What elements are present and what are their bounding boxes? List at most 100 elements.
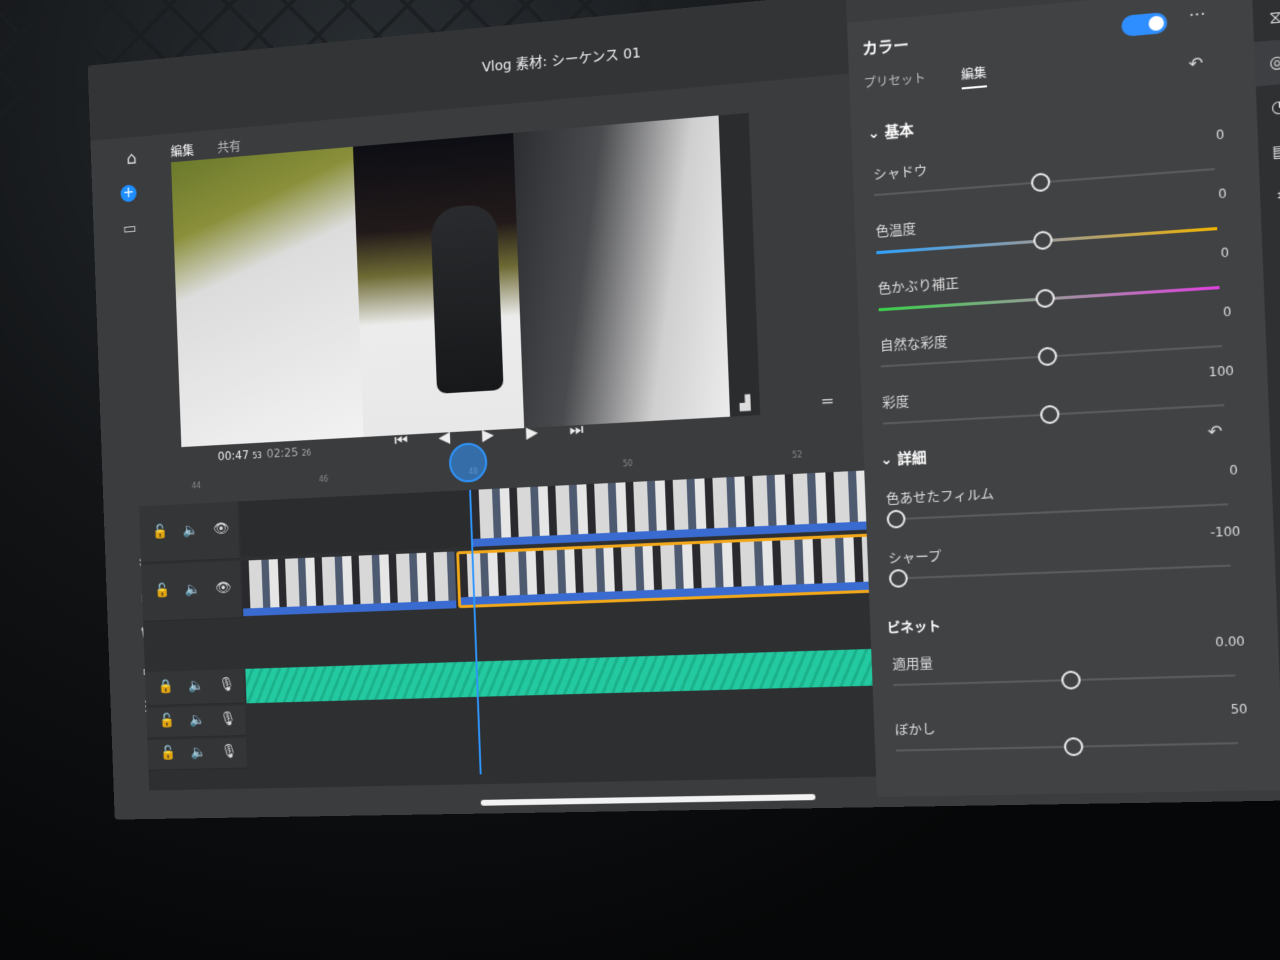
slider-label: 彩度 — [882, 394, 910, 412]
clip-audio-waveform — [243, 600, 457, 617]
clip-audio-waveform — [460, 580, 887, 606]
slider-label: 適用量 — [892, 656, 934, 673]
slider-label: 色温度 — [875, 221, 917, 240]
play-icon[interactable]: ▶ — [478, 425, 498, 446]
slider-track[interactable] — [889, 564, 1231, 580]
home-icon[interactable]: ⌂ — [126, 147, 146, 169]
speaker-icon[interactable]: 🔈 — [190, 745, 207, 761]
eye-icon[interactable]: 👁 — [213, 521, 230, 537]
undo-icon[interactable]: ↶ — [1188, 53, 1203, 74]
app-window: Vlog 素材: シーケンス 01 ⌂ 編集 共有 + ▭ 00:47 53 0… — [87, 0, 1280, 820]
slider-value: 0 — [1222, 304, 1232, 320]
speaker-icon[interactable]: 🔈 — [189, 712, 206, 728]
slider-value: 0.00 — [1215, 633, 1246, 650]
panel-tabs: プリセット 編集 — [863, 63, 988, 98]
lock-icon[interactable]: 🔓 — [159, 713, 176, 729]
lock-icon[interactable]: 🔒 — [158, 679, 175, 695]
speaker-icon[interactable]: 🔈 — [182, 522, 199, 538]
tab-edit-color[interactable]: 編集 — [960, 63, 988, 90]
undo-icon[interactable]: ↶ — [1207, 421, 1223, 442]
more-icon[interactable]: ··· — [1188, 4, 1206, 25]
crop-icon[interactable]: ⌗ — [1259, 172, 1280, 220]
slider-label: シャドウ — [873, 163, 928, 183]
lock-icon[interactable]: 🔓 — [154, 583, 171, 599]
program-monitor — [171, 115, 731, 448]
slider-vignette-amount[interactable]: 適用量 0.00 — [892, 634, 1247, 714]
projected-screen: Vlog 素材: シーケンス 01 ⌂ 編集 共有 + ▭ 00:47 53 0… — [60, 0, 1280, 820]
home-indicator[interactable] — [480, 793, 816, 806]
video-clip[interactable] — [241, 551, 457, 617]
slider-value: 0 — [1229, 462, 1239, 478]
menu-icon[interactable]: = — [820, 391, 834, 411]
add-media-button[interactable]: + — [120, 184, 137, 203]
slider-value: 0 — [1220, 245, 1230, 261]
slider-value: 50 — [1230, 701, 1248, 717]
video-track-1-header: 🔓 🔈 👁 — [141, 560, 242, 622]
chevron-down-icon: ⌄ — [867, 124, 886, 143]
slider-label: ぼかし — [894, 721, 936, 739]
slider-value: 0 — [1215, 127, 1225, 143]
slider-knob[interactable] — [1039, 404, 1060, 425]
slider-vignette-feather[interactable]: ぼかし 50 — [894, 702, 1251, 780]
tab-presets[interactable]: プリセット — [863, 69, 926, 98]
microphone-icon[interactable]: 🎙 — [218, 677, 236, 693]
step-back-icon[interactable]: ◀︎ — [435, 427, 455, 448]
slider-value: 0 — [1218, 186, 1228, 202]
preview-person — [430, 203, 504, 394]
media-bin-icon[interactable]: ▭ — [120, 218, 140, 240]
slider-knob[interactable] — [1035, 288, 1056, 309]
speed-icon[interactable]: ◔ — [1256, 83, 1280, 131]
aspect-ratio-icon[interactable]: ▟ — [739, 395, 750, 412]
vignette-heading: ビネット — [886, 618, 942, 637]
slider-track[interactable] — [886, 503, 1229, 521]
preview-frame-slope — [171, 146, 364, 448]
current-timecode: 00:47 53 — [217, 448, 262, 464]
slider-value: 100 — [1208, 363, 1235, 380]
microphone-icon[interactable]: 🎙 — [221, 744, 238, 760]
step-forward-icon[interactable]: ▶︎ — [522, 422, 542, 443]
section-basic-label: 基本 — [884, 122, 915, 142]
audio-clip[interactable] — [245, 648, 894, 704]
duration-timecode: 02:25 26 — [266, 445, 312, 461]
speaker-icon[interactable]: 🔈 — [188, 678, 205, 694]
section-detail-label: 詳細 — [897, 449, 927, 468]
lock-icon[interactable]: 🔓 — [160, 745, 177, 761]
audio-track-1-header: 🔒 🔈 🎙 — [144, 668, 245, 707]
eye-icon[interactable]: 👁 — [215, 580, 232, 596]
slider-knob[interactable] — [1032, 230, 1053, 251]
skip-to-start-icon[interactable]: ⏮ — [391, 430, 410, 450]
audio-track-3-header: 🔓 🔈 🎙 — [147, 737, 248, 771]
slider-knob[interactable] — [1063, 737, 1084, 757]
left-toolbar: + ▭ — [111, 183, 150, 275]
transition-icon[interactable]: ⧖ — [1252, 0, 1280, 42]
audio-track-2-header: 🔓 🔈 🎙 — [146, 705, 246, 739]
timeline[interactable]: 🔓 🔈 👁 🔓 🔈 👁 🔒 🔈 🎙 🔓 🔈 🎙 🔓 🔈 🎙 — [138, 441, 897, 791]
ruler-tick: 44 — [191, 481, 202, 491]
ruler-tick: 52 — [791, 450, 803, 460]
ruler-tick: 46 — [318, 474, 329, 484]
chevron-down-icon: ⌄ — [880, 451, 898, 469]
slider-knob[interactable] — [1060, 670, 1081, 690]
lock-icon[interactable]: 🔓 — [152, 524, 169, 540]
slider-label: シャープ — [888, 548, 942, 567]
preview-frame-closeup — [513, 115, 731, 429]
slider-knob[interactable] — [888, 568, 909, 588]
video-track-2-header: 🔓 🔈 👁 — [138, 501, 240, 564]
ruler-tick: 50 — [622, 459, 633, 469]
slider-knob[interactable] — [886, 509, 906, 529]
slider-label: 自然な彩度 — [879, 334, 948, 355]
section-detail[interactable]: ⌄ 詳細 — [880, 447, 927, 470]
slider-knob[interactable] — [1030, 172, 1051, 193]
skip-to-end-icon[interactable]: ⏭ — [566, 420, 586, 441]
speaker-icon[interactable]: 🔈 — [184, 582, 201, 598]
color-panel: カラー ··· プリセット 編集 ↶ ⌄ 基本 シャドウ 0 色温度 0 色かぶ… — [846, 0, 1280, 797]
microphone-icon[interactable]: 🎙 — [220, 711, 237, 727]
slider-knob[interactable] — [1037, 346, 1058, 367]
color-wheel-icon[interactable]: ◎ — [1253, 38, 1280, 87]
section-basic[interactable]: ⌄ 基本 — [867, 119, 914, 143]
film-icon[interactable]: ▤ — [1258, 127, 1280, 175]
color-enable-toggle[interactable] — [1121, 11, 1168, 37]
panel-title: カラー — [861, 35, 910, 59]
slider-value: -100 — [1210, 523, 1241, 540]
slider-label: 色かぶり補正 — [877, 276, 960, 298]
